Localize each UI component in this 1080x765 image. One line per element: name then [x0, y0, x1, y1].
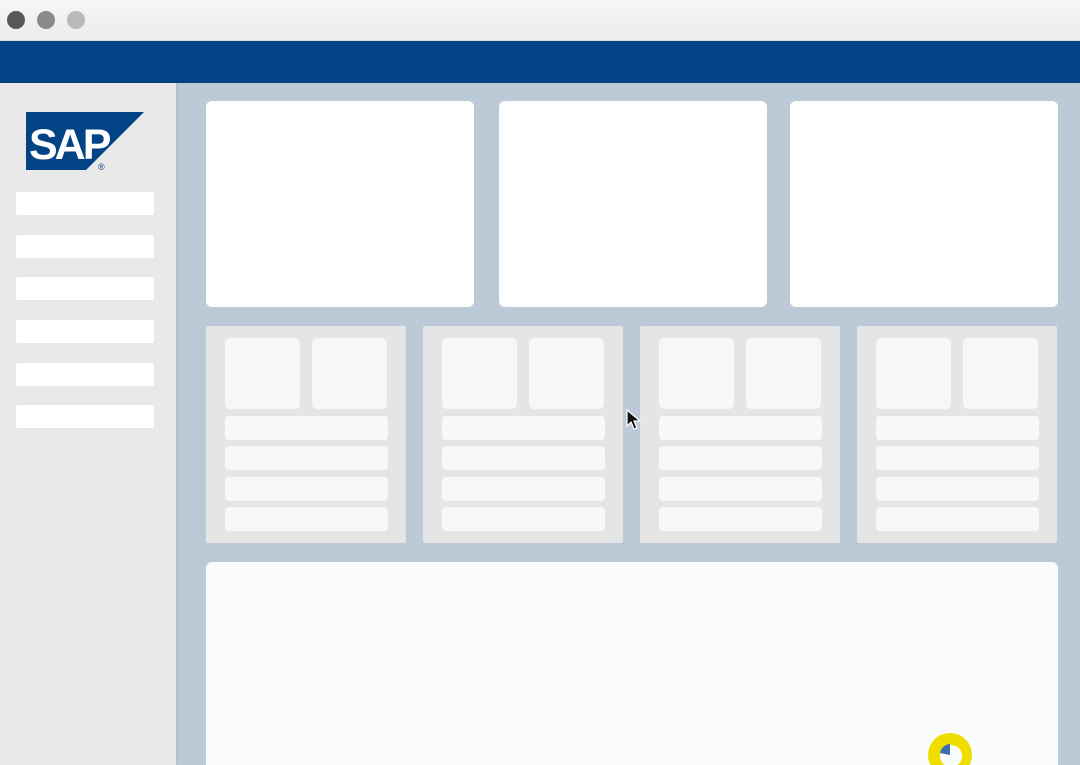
card-thumbnail: [529, 338, 604, 409]
card-thumbnail: [312, 338, 387, 409]
card-thumbnail: [963, 338, 1038, 409]
sap-logo-icon: SAP ®: [26, 112, 144, 172]
sidebar-item-1[interactable]: [16, 192, 154, 215]
card-row: [876, 477, 1039, 501]
overview-tile-1[interactable]: [206, 101, 474, 307]
maximize-window-button[interactable]: [67, 11, 85, 29]
sidebar-item-3[interactable]: [16, 277, 154, 300]
card-row: [442, 416, 605, 440]
card-row: [442, 477, 605, 501]
card-thumbnail: [876, 338, 951, 409]
card-row: [225, 507, 388, 531]
card-3[interactable]: [640, 326, 840, 543]
card-row: [225, 416, 388, 440]
card-2[interactable]: [423, 326, 623, 543]
card-row: [659, 477, 822, 501]
card-row: [876, 416, 1039, 440]
sidebar-item-6[interactable]: [16, 405, 154, 428]
registered-mark: ®: [98, 162, 105, 172]
sidebar-item-2[interactable]: [16, 235, 154, 258]
sidebar: SAP ®: [0, 83, 176, 765]
shell-bar: [0, 41, 1080, 83]
arrow-cursor-icon: [626, 408, 642, 431]
sidebar-item-5[interactable]: [16, 363, 154, 386]
card-row: [225, 477, 388, 501]
app-window: SAP ®: [0, 0, 1080, 765]
card-row: [225, 446, 388, 470]
overview-tile-2[interactable]: [499, 101, 767, 307]
card-row: [876, 507, 1039, 531]
card-row: [442, 507, 605, 531]
card-row: [876, 446, 1039, 470]
overview-tile-3[interactable]: [790, 101, 1058, 307]
card-thumbnail: [746, 338, 821, 409]
loading-indicator-icon: [923, 728, 977, 765]
card-1[interactable]: [206, 326, 406, 543]
sidebar-item-4[interactable]: [16, 320, 154, 343]
sap-logo[interactable]: SAP ®: [26, 112, 144, 172]
card-thumbnail: [659, 338, 734, 409]
minimize-window-button[interactable]: [37, 11, 55, 29]
card-row: [659, 507, 822, 531]
card-thumbnail: [225, 338, 300, 409]
card-4[interactable]: [857, 326, 1057, 543]
card-row: [659, 416, 822, 440]
close-window-button[interactable]: [7, 11, 25, 29]
card-row: [659, 446, 822, 470]
card-thumbnail: [442, 338, 517, 409]
title-bar: [0, 0, 1080, 41]
card-row: [442, 446, 605, 470]
